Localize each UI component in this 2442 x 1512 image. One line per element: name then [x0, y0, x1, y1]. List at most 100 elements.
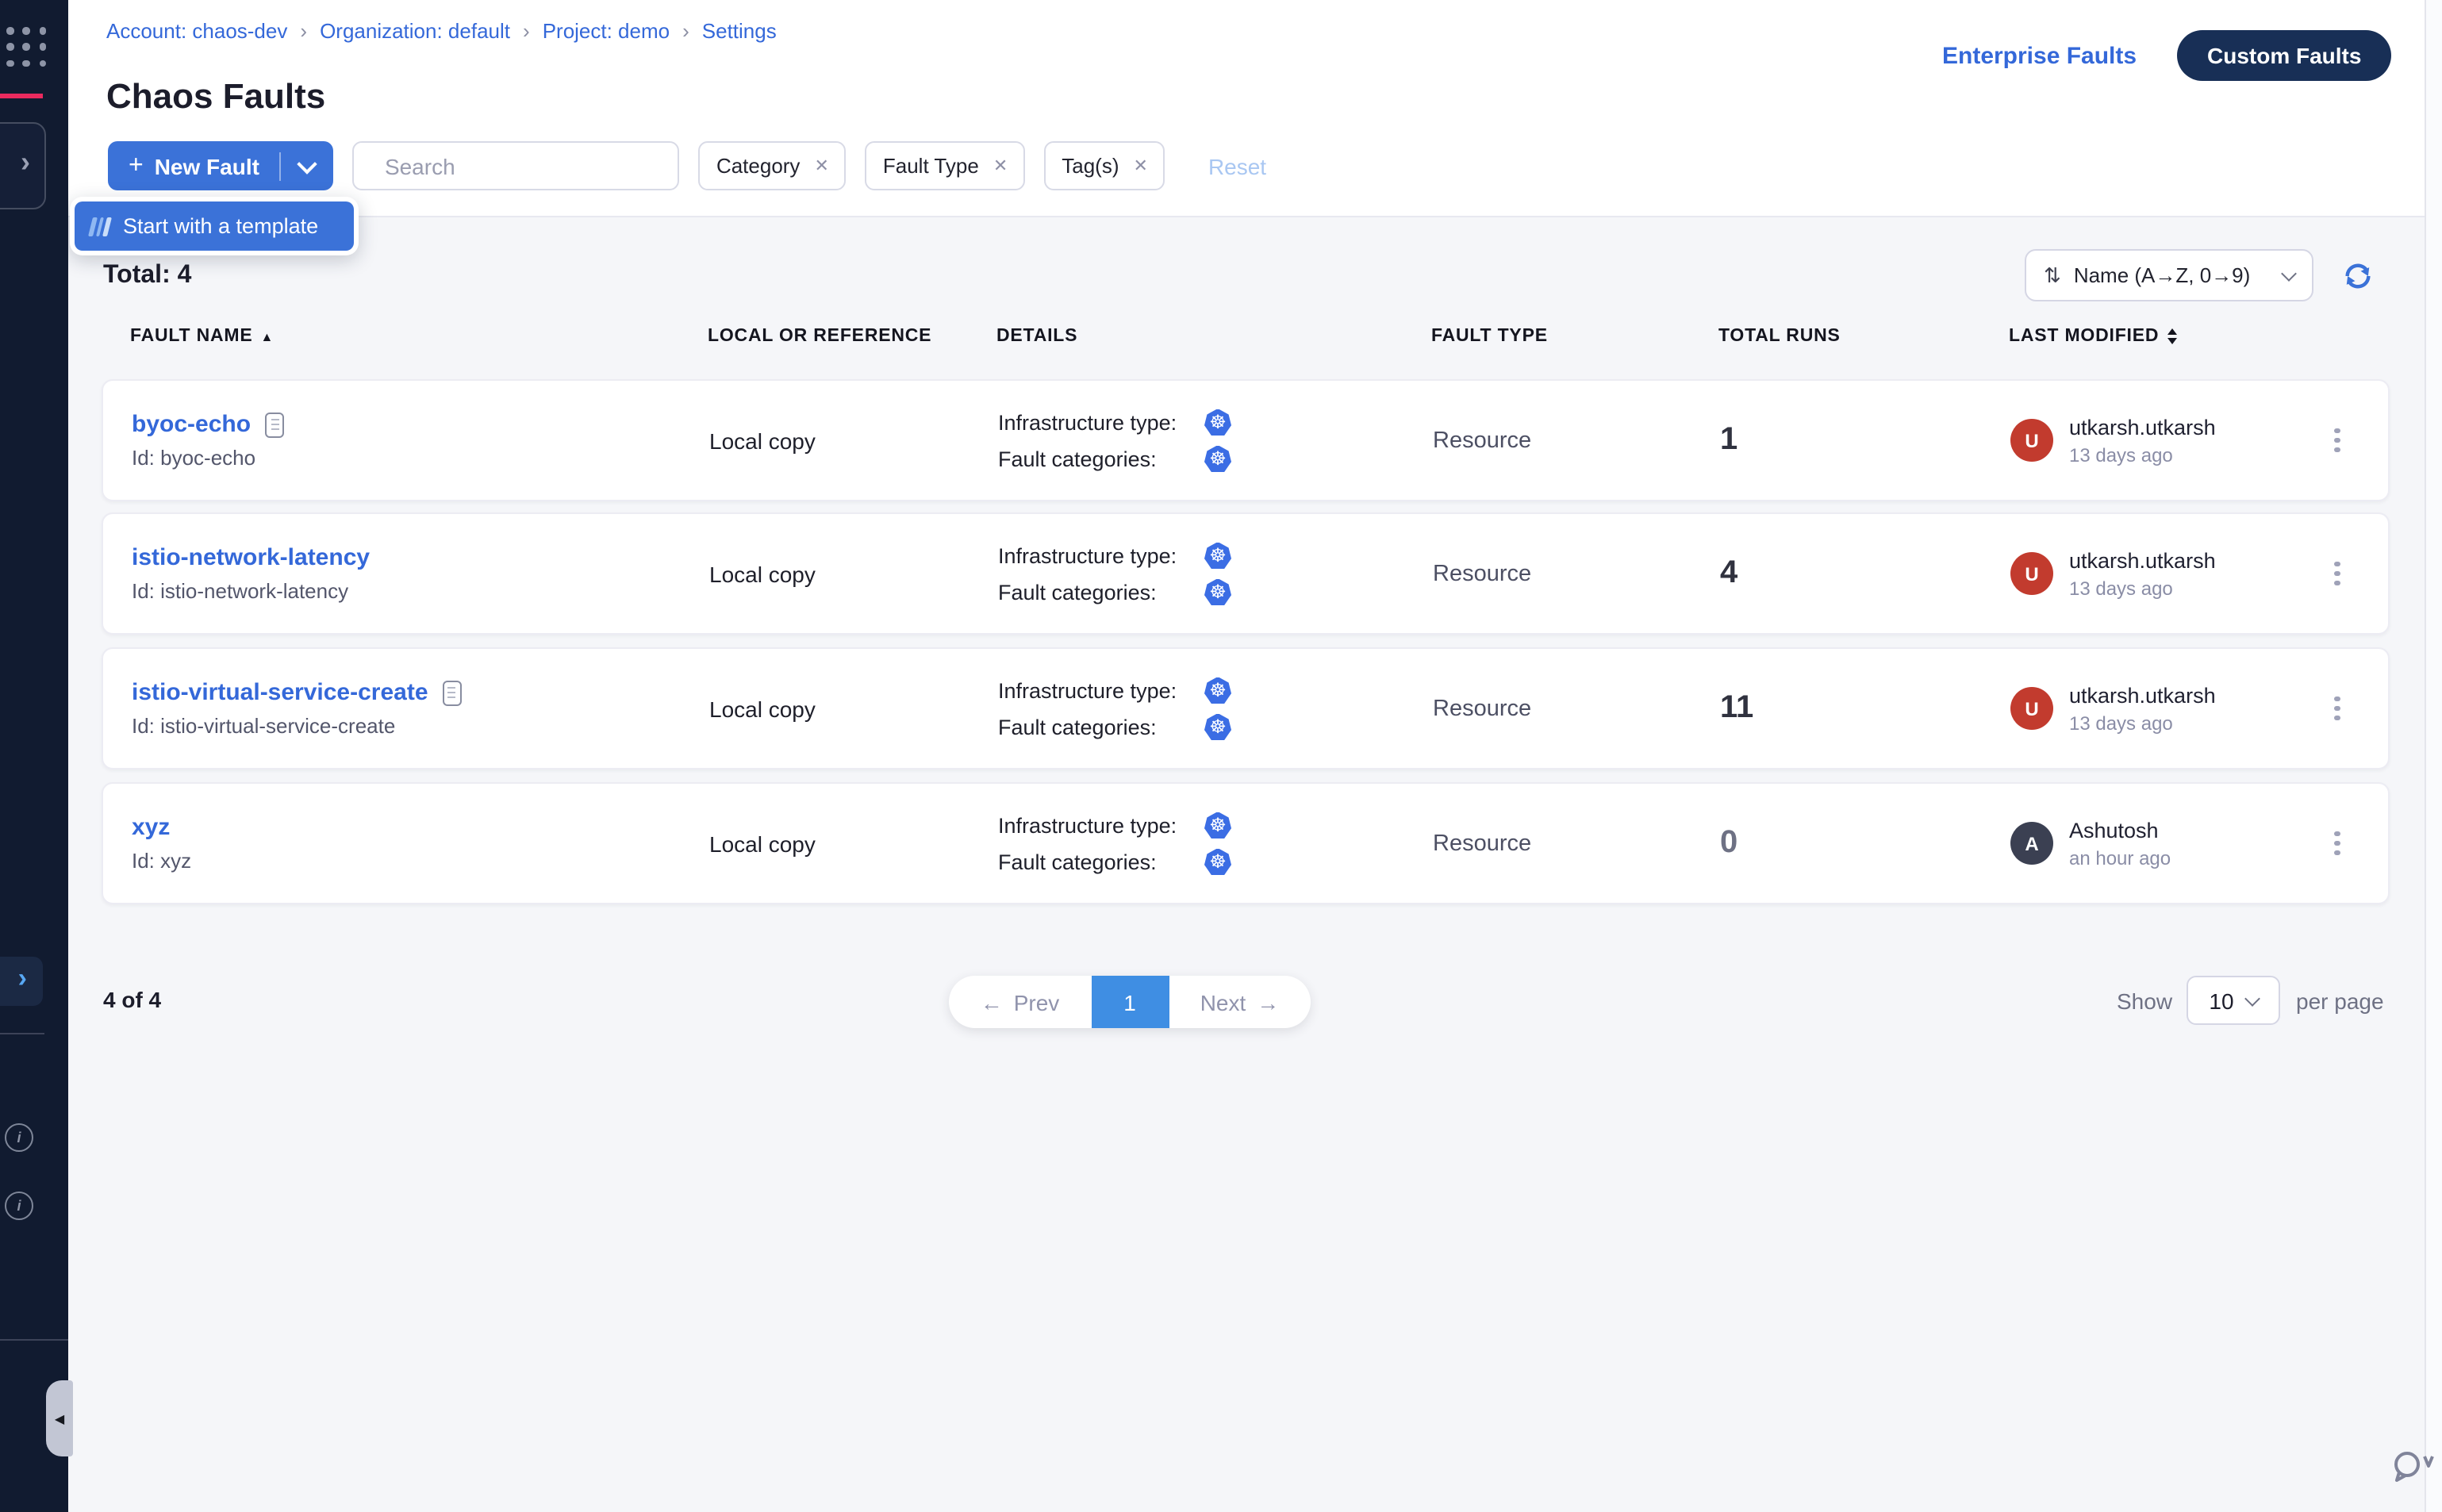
- next-label: Next: [1200, 989, 1246, 1015]
- column-header-local-or-reference: LOCAL OR REFERENCE: [708, 327, 996, 346]
- row-menu-kebab-icon[interactable]: [2321, 825, 2353, 862]
- column-header-last-modified[interactable]: LAST MODIFIED: [2009, 327, 2320, 346]
- prev-label: Prev: [1014, 989, 1060, 1015]
- remove-filter-icon[interactable]: ✕: [1134, 155, 1148, 176]
- breadcrumb-separator-icon: ›: [523, 19, 530, 43]
- collapse-left-icon: ◀: [55, 1411, 64, 1426]
- user-name: utkarsh.utkarsh: [2069, 415, 2216, 439]
- refresh-icon[interactable]: [2342, 260, 2374, 292]
- column-header-fault-name[interactable]: FAULT NAME ▲: [130, 327, 708, 346]
- kubernetes-icon: ☸: [1204, 677, 1231, 704]
- toolbar: + New Fault Category ✕: [108, 141, 1266, 190]
- remove-filter-icon[interactable]: ✕: [814, 155, 828, 176]
- breadcrumb-project-link[interactable]: Project: demo: [543, 19, 670, 43]
- fault-name-cell: istio-network-latency Id: istio-network-…: [132, 544, 709, 603]
- brand-accent-line: [0, 94, 43, 98]
- kubernetes-icon: ☸: [1204, 445, 1231, 472]
- sort-both-icon: [2167, 328, 2176, 344]
- total-runs-cell: 11: [1720, 690, 2010, 727]
- app-launcher-icon[interactable]: [6, 27, 51, 71]
- table-row: istio-virtual-service-create Id: istio-v…: [102, 647, 2390, 769]
- column-label: FAULT TYPE: [1431, 327, 1548, 346]
- description-icon[interactable]: [443, 680, 462, 705]
- page-size-select[interactable]: 10: [2187, 976, 2280, 1025]
- new-fault-dropdown-toggle[interactable]: [282, 141, 334, 190]
- show-label: Show: [2117, 988, 2172, 1014]
- table-header: FAULT NAME ▲ LOCAL OR REFERENCE DETAILS …: [102, 327, 2390, 346]
- kubernetes-icon: ☸: [1204, 578, 1231, 605]
- fault-name-link[interactable]: istio-virtual-service-create: [132, 679, 428, 706]
- prev-page-button[interactable]: ← Prev: [949, 976, 1091, 1028]
- fault-categories-label: Fault categories:: [998, 580, 1185, 604]
- custom-faults-button[interactable]: Custom Faults: [2177, 30, 2391, 81]
- kubernetes-icon: ☸: [1204, 713, 1231, 740]
- avatar: U: [2010, 687, 2053, 730]
- table-row: byoc-echo Id: byoc-echo Local copy Infra…: [102, 379, 2390, 501]
- help-chat-icon[interactable]: [2386, 1447, 2440, 1501]
- column-header-total-runs: TOTAL RUNS: [1718, 327, 2009, 346]
- kubernetes-icon: ☸: [1204, 409, 1231, 436]
- info-icon[interactable]: i: [5, 1123, 33, 1152]
- row-menu-kebab-icon[interactable]: [2321, 690, 2353, 727]
- page-header: Account: chaos-dev › Organization: defau…: [68, 0, 2425, 217]
- page-size-value: 10: [2209, 988, 2233, 1013]
- fault-id-label: Id: istio-network-latency: [132, 579, 709, 603]
- infrastructure-type-label: Infrastructure type:: [998, 813, 1185, 837]
- filter-chip-fault-type[interactable]: Fault Type ✕: [866, 141, 1025, 190]
- row-menu-kebab-icon[interactable]: [2321, 422, 2353, 459]
- filter-chip-category[interactable]: Category ✕: [699, 141, 847, 190]
- fault-id-label: Id: byoc-echo: [132, 446, 709, 470]
- fault-type-cell: Resource: [1433, 696, 1720, 721]
- infrastructure-type-label: Infrastructure type:: [998, 678, 1185, 702]
- modified-time: 13 days ago: [2069, 577, 2216, 599]
- user-name: Ashutosh: [2069, 818, 2171, 842]
- page-number-button[interactable]: 1: [1091, 976, 1169, 1028]
- breadcrumb-separator-icon: ›: [682, 19, 689, 43]
- column-label: TOTAL RUNS: [1718, 327, 1841, 346]
- plus-icon: +: [129, 152, 144, 180]
- start-with-template-menu-item[interactable]: Start with a template: [75, 201, 354, 251]
- new-fault-button[interactable]: + New Fault: [108, 141, 334, 190]
- local-or-reference-cell: Local copy: [709, 696, 998, 721]
- reset-filters-link[interactable]: Reset: [1208, 153, 1266, 178]
- breadcrumb-organization-link[interactable]: Organization: default: [320, 19, 510, 43]
- kubernetes-icon: ☸: [1204, 848, 1231, 875]
- info-icon[interactable]: i: [5, 1192, 33, 1220]
- filter-chip-label: Category: [716, 154, 801, 178]
- local-or-reference-cell: Local copy: [709, 831, 998, 856]
- total-runs-cell: 1: [1720, 422, 2010, 459]
- per-page-label: per page: [2296, 988, 2384, 1014]
- fault-name-link[interactable]: xyz: [132, 814, 170, 841]
- new-fault-label: New Fault: [155, 153, 259, 178]
- fault-type-cell: Resource: [1433, 831, 1720, 856]
- pagination-range-label: 4 of 4: [103, 987, 161, 1012]
- filter-chip-label: Fault Type: [883, 154, 979, 178]
- filter-chip-tags[interactable]: Tag(s) ✕: [1044, 141, 1165, 190]
- fault-categories-label: Fault categories:: [998, 850, 1185, 873]
- expand-nav-button[interactable]: ›: [0, 957, 43, 1006]
- user-name: utkarsh.utkarsh: [2069, 683, 2216, 707]
- kubernetes-icon: ☸: [1204, 542, 1231, 569]
- fault-name-link[interactable]: byoc-echo: [132, 411, 251, 438]
- remove-filter-icon[interactable]: ✕: [993, 155, 1008, 176]
- details-cell: Infrastructure type: ☸ Fault categories:…: [998, 542, 1433, 605]
- fault-name-link[interactable]: istio-network-latency: [132, 544, 370, 571]
- next-page-button[interactable]: Next →: [1169, 976, 1311, 1028]
- expand-module-panel-button[interactable]: ›: [0, 122, 46, 209]
- search-input[interactable]: [382, 152, 675, 180]
- breadcrumb-settings-link[interactable]: Settings: [702, 19, 777, 43]
- enterprise-faults-link[interactable]: Enterprise Faults: [1942, 43, 2137, 70]
- last-modified-cell: U utkarsh.utkarsh 13 days ago: [2010, 683, 2321, 734]
- row-menu-kebab-icon[interactable]: [2321, 555, 2353, 593]
- filter-chip-label: Tag(s): [1062, 154, 1119, 178]
- user-name: utkarsh.utkarsh: [2069, 548, 2216, 572]
- sort-select[interactable]: ⇅ Name (A→Z, 0→9): [2025, 249, 2313, 301]
- sidebar-divider: [0, 1339, 68, 1341]
- breadcrumb-account-link[interactable]: Account: chaos-dev: [106, 19, 287, 43]
- column-label: LAST MODIFIED: [2009, 327, 2159, 346]
- main-content: Account: chaos-dev › Organization: defau…: [68, 0, 2425, 1512]
- description-icon[interactable]: [265, 412, 284, 437]
- fault-type-cell: Resource: [1433, 428, 1720, 453]
- sidebar-collapse-handle[interactable]: ◀: [46, 1380, 73, 1456]
- details-cell: Infrastructure type: ☸ Fault categories:…: [998, 677, 1433, 740]
